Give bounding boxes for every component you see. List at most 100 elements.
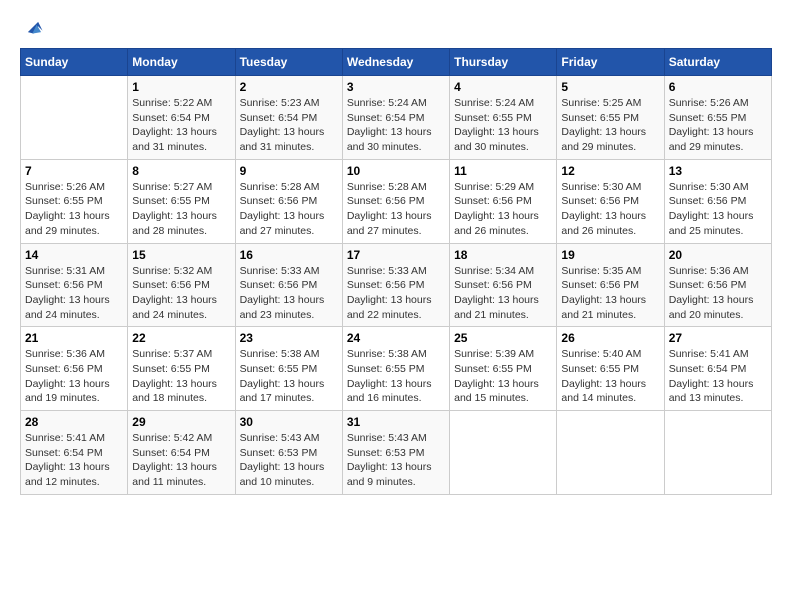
calendar-cell	[21, 76, 128, 160]
calendar-cell: 7 Sunrise: 5:26 AM Sunset: 6:55 PM Daylig…	[21, 159, 128, 243]
calendar-cell: 12Sunrise: 5:30 AM Sunset: 6:56 PM Dayli…	[557, 159, 664, 243]
day-info: Sunrise: 5:38 AM Sunset: 6:55 PM Dayligh…	[240, 347, 338, 406]
calendar-cell: 28 Sunrise: 5:41 AM Sunset: 6:54 PM Dayli…	[21, 411, 128, 495]
weekday-header: Thursday	[450, 49, 557, 76]
weekday-header: Sunday	[21, 49, 128, 76]
day-number: 15	[132, 248, 230, 262]
day-info: Sunrise: 5:31 AM Sunset: 6:56 PM Dayligh…	[25, 264, 123, 323]
day-number: 26	[561, 331, 659, 345]
day-info: Sunrise: 5:43 AM Sunset: 6:53 PM Dayligh…	[240, 431, 338, 490]
weekday-header: Monday	[128, 49, 235, 76]
day-number: 11	[454, 164, 552, 178]
day-info: Sunrise: 5:33 AM Sunset: 6:56 PM Dayligh…	[347, 264, 445, 323]
day-info: Sunrise: 5:29 AM Sunset: 6:56 PM Dayligh…	[454, 180, 552, 239]
calendar-cell: 31 Sunrise: 5:43 AM Sunset: 6:53 PM Dayli…	[342, 411, 449, 495]
day-info: Sunrise: 5:24 AM Sunset: 6:55 PM Dayligh…	[454, 96, 552, 155]
day-number: 17	[347, 248, 445, 262]
calendar-cell: 2 Sunrise: 5:23 AM Sunset: 6:54 PM Daylig…	[235, 76, 342, 160]
day-number: 19	[561, 248, 659, 262]
day-info: Sunrise: 5:28 AM Sunset: 6:56 PM Dayligh…	[240, 180, 338, 239]
calendar-cell: 30 Sunrise: 5:43 AM Sunset: 6:53 PM Dayli…	[235, 411, 342, 495]
weekday-header: Friday	[557, 49, 664, 76]
calendar-cell: 18 Sunrise: 5:34 AM Sunset: 6:56 PM Dayli…	[450, 243, 557, 327]
calendar-cell: 23 Sunrise: 5:38 AM Sunset: 6:55 PM Dayli…	[235, 327, 342, 411]
day-number: 2	[240, 80, 338, 94]
day-info: Sunrise: 5:41 AM Sunset: 6:54 PM Dayligh…	[25, 431, 123, 490]
calendar-week-row: 1 Sunrise: 5:22 AM Sunset: 6:54 PM Daylig…	[21, 76, 772, 160]
weekday-header: Tuesday	[235, 49, 342, 76]
calendar-cell: 19 Sunrise: 5:35 AM Sunset: 6:56 PM Dayli…	[557, 243, 664, 327]
calendar-cell: 13Sunrise: 5:30 AM Sunset: 6:56 PM Dayli…	[664, 159, 771, 243]
day-info: Sunrise: 5:35 AM Sunset: 6:56 PM Dayligh…	[561, 264, 659, 323]
day-info: Sunrise: 5:24 AM Sunset: 6:54 PM Dayligh…	[347, 96, 445, 155]
page: SundayMondayTuesdayWednesdayThursdayFrid…	[0, 0, 792, 507]
day-number: 28	[25, 415, 123, 429]
day-number: 30	[240, 415, 338, 429]
day-number: 6	[669, 80, 767, 94]
calendar-body: 1 Sunrise: 5:22 AM Sunset: 6:54 PM Daylig…	[21, 76, 772, 495]
day-number: 31	[347, 415, 445, 429]
day-info: Sunrise: 5:32 AM Sunset: 6:56 PM Dayligh…	[132, 264, 230, 323]
day-info: Sunrise: 5:26 AM Sunset: 6:55 PM Dayligh…	[25, 180, 123, 239]
weekday-header: Wednesday	[342, 49, 449, 76]
calendar-cell	[664, 411, 771, 495]
calendar-cell: 24 Sunrise: 5:38 AM Sunset: 6:55 PM Dayli…	[342, 327, 449, 411]
calendar-cell: 16 Sunrise: 5:33 AM Sunset: 6:56 PM Dayli…	[235, 243, 342, 327]
calendar-cell: 26 Sunrise: 5:40 AM Sunset: 6:55 PM Dayli…	[557, 327, 664, 411]
day-number: 3	[347, 80, 445, 94]
day-number: 21	[25, 331, 123, 345]
calendar-cell: 27Sunrise: 5:41 AM Sunset: 6:54 PM Dayli…	[664, 327, 771, 411]
calendar-cell: 6Sunrise: 5:26 AM Sunset: 6:55 PM Daylig…	[664, 76, 771, 160]
calendar-cell: 9 Sunrise: 5:28 AM Sunset: 6:56 PM Daylig…	[235, 159, 342, 243]
day-number: 18	[454, 248, 552, 262]
day-number: 22	[132, 331, 230, 345]
day-info: Sunrise: 5:27 AM Sunset: 6:55 PM Dayligh…	[132, 180, 230, 239]
day-info: Sunrise: 5:37 AM Sunset: 6:55 PM Dayligh…	[132, 347, 230, 406]
day-number: 24	[347, 331, 445, 345]
calendar-week-row: 28 Sunrise: 5:41 AM Sunset: 6:54 PM Dayli…	[21, 411, 772, 495]
day-number: 9	[240, 164, 338, 178]
day-info: Sunrise: 5:38 AM Sunset: 6:55 PM Dayligh…	[347, 347, 445, 406]
calendar-cell: 5 Sunrise: 5:25 AM Sunset: 6:55 PM Daylig…	[557, 76, 664, 160]
day-info: Sunrise: 5:23 AM Sunset: 6:54 PM Dayligh…	[240, 96, 338, 155]
day-info: Sunrise: 5:33 AM Sunset: 6:56 PM Dayligh…	[240, 264, 338, 323]
calendar-cell: 21 Sunrise: 5:36 AM Sunset: 6:56 PM Dayli…	[21, 327, 128, 411]
day-number: 16	[240, 248, 338, 262]
calendar-cell: 8Sunrise: 5:27 AM Sunset: 6:55 PM Daylig…	[128, 159, 235, 243]
day-info: Sunrise: 5:39 AM Sunset: 6:55 PM Dayligh…	[454, 347, 552, 406]
day-number: 14	[25, 248, 123, 262]
calendar-cell: 11 Sunrise: 5:29 AM Sunset: 6:56 PM Dayli…	[450, 159, 557, 243]
day-number: 10	[347, 164, 445, 178]
weekday-header: Saturday	[664, 49, 771, 76]
day-number: 23	[240, 331, 338, 345]
weekday-row: SundayMondayTuesdayWednesdayThursdayFrid…	[21, 49, 772, 76]
calendar-cell	[450, 411, 557, 495]
calendar-cell: 1 Sunrise: 5:22 AM Sunset: 6:54 PM Daylig…	[128, 76, 235, 160]
day-number: 5	[561, 80, 659, 94]
logo-icon	[22, 16, 44, 38]
day-info: Sunrise: 5:25 AM Sunset: 6:55 PM Dayligh…	[561, 96, 659, 155]
day-number: 25	[454, 331, 552, 345]
calendar-cell: 14 Sunrise: 5:31 AM Sunset: 6:56 PM Dayli…	[21, 243, 128, 327]
day-number: 29	[132, 415, 230, 429]
day-number: 1	[132, 80, 230, 94]
calendar-cell: 25 Sunrise: 5:39 AM Sunset: 6:55 PM Dayli…	[450, 327, 557, 411]
day-info: Sunrise: 5:42 AM Sunset: 6:54 PM Dayligh…	[132, 431, 230, 490]
header	[20, 16, 772, 38]
day-number: 7	[25, 164, 123, 178]
day-info: Sunrise: 5:43 AM Sunset: 6:53 PM Dayligh…	[347, 431, 445, 490]
day-info: Sunrise: 5:36 AM Sunset: 6:56 PM Dayligh…	[669, 264, 767, 323]
day-number: 4	[454, 80, 552, 94]
day-info: Sunrise: 5:22 AM Sunset: 6:54 PM Dayligh…	[132, 96, 230, 155]
calendar-cell: 29 Sunrise: 5:42 AM Sunset: 6:54 PM Dayli…	[128, 411, 235, 495]
calendar-cell: 17 Sunrise: 5:33 AM Sunset: 6:56 PM Dayli…	[342, 243, 449, 327]
calendar-cell: 20Sunrise: 5:36 AM Sunset: 6:56 PM Dayli…	[664, 243, 771, 327]
calendar-cell: 4 Sunrise: 5:24 AM Sunset: 6:55 PM Daylig…	[450, 76, 557, 160]
day-number: 27	[669, 331, 767, 345]
calendar-table: SundayMondayTuesdayWednesdayThursdayFrid…	[20, 48, 772, 495]
calendar-cell: 3 Sunrise: 5:24 AM Sunset: 6:54 PM Daylig…	[342, 76, 449, 160]
day-info: Sunrise: 5:34 AM Sunset: 6:56 PM Dayligh…	[454, 264, 552, 323]
day-info: Sunrise: 5:40 AM Sunset: 6:55 PM Dayligh…	[561, 347, 659, 406]
calendar-week-row: 14 Sunrise: 5:31 AM Sunset: 6:56 PM Dayli…	[21, 243, 772, 327]
day-info: Sunrise: 5:36 AM Sunset: 6:56 PM Dayligh…	[25, 347, 123, 406]
